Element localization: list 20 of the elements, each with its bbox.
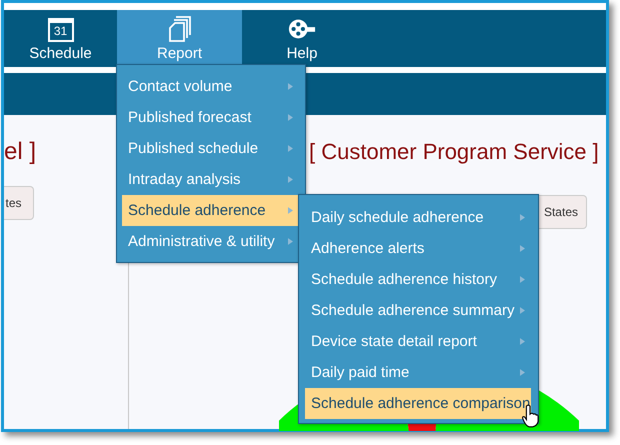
panel-title: [ Customer Program Service ] xyxy=(309,139,599,165)
calendar-icon: 31 xyxy=(48,18,74,42)
menu-item[interactable]: Daily paid time xyxy=(305,357,531,388)
menu-item[interactable]: Published schedule xyxy=(122,133,299,164)
menu-item[interactable]: Contact volume xyxy=(122,71,299,102)
menu-item[interactable]: Device state detail report xyxy=(305,326,531,357)
panel-title: el ] xyxy=(4,138,36,166)
menu-item[interactable]: Daily schedule adherence xyxy=(305,202,531,233)
menu-item[interactable]: Administrative & utility xyxy=(122,226,299,257)
menu-item[interactable]: Schedule adherence xyxy=(122,195,299,226)
menu-item[interactable]: Published forecast xyxy=(122,102,299,133)
nav-tab[interactable]: 31 Schedule xyxy=(4,10,117,67)
menu-item[interactable]: Intraday analysis xyxy=(122,164,299,195)
menu-item[interactable]: Schedule adherence summary xyxy=(305,295,531,326)
device-states-button[interactable]: States xyxy=(539,195,587,229)
menu-item[interactable]: Schedule adherence history xyxy=(305,264,531,295)
menu-item[interactable]: Adherence alerts xyxy=(305,233,531,264)
device-states-button[interactable]: tes xyxy=(4,186,34,220)
menu-item[interactable]: Schedule adherence comparison xyxy=(305,388,531,419)
nav-tab[interactable]: Report xyxy=(117,10,242,67)
